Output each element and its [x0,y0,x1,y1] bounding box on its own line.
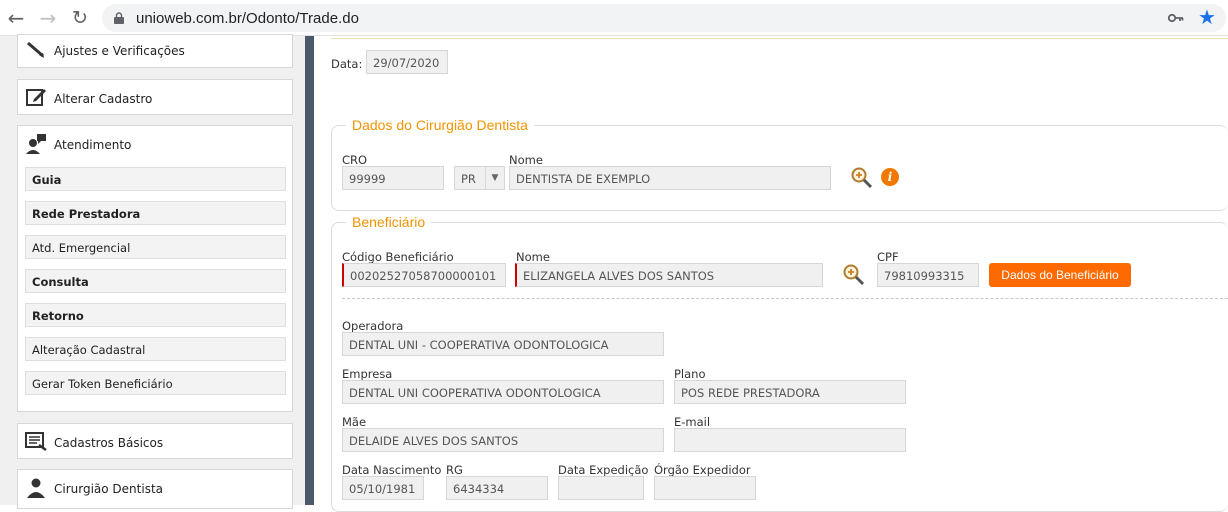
sidebar-item-label: Alterar Cadastro [54,92,153,106]
sidebar-divider [305,36,314,505]
nascimento-field: 05/10/1981 [342,476,424,500]
subitem-label: Guia [32,173,62,187]
sidebar-item-alterar-cadastro[interactable]: Alterar Cadastro [17,79,293,115]
empresa-label: Empresa [342,367,393,381]
cro-label: CRO [342,153,368,167]
sidebar-section-atendimento: Atendimento Guia Rede Prestadora Atd. Em… [17,125,293,412]
forward-arrow-icon[interactable]: → [36,6,60,30]
sidebar-subitem-gerar-token[interactable]: Gerar Token Beneficiário [25,371,286,395]
sidebar-subitem-consulta[interactable]: Consulta [25,269,286,293]
address-bar[interactable]: unioweb.com.br/Odonto/Trade.do ★ [102,4,1226,32]
operadora-field: DENTAL UNI - COOPERATIVA ODONTOLOGICA [342,332,664,356]
dentist-legend: Dados do Cirurgião Dentista [346,117,534,133]
uf-select[interactable]: PR [454,166,486,190]
mae-label: Mãe [342,415,367,429]
search-zoom-icon[interactable] [850,166,874,190]
search-zoom-icon[interactable] [842,263,866,287]
info-icon[interactable]: i [881,168,899,186]
rg-field: 6434334 [446,476,548,500]
subitem-label: Atd. Emergencial [32,241,131,255]
user-chat-icon [26,134,46,154]
section-divider [342,298,1228,299]
date-field: 29/07/2020 [366,50,448,74]
chevron-down-icon[interactable]: ▼ [485,166,505,190]
subitem-label: Retorno [32,309,84,323]
tools-icon [27,41,44,58]
email-label: E-mail [674,415,711,429]
register-icon [25,432,47,452]
subitem-label: Consulta [32,275,89,289]
dentist-name-input[interactable]: DENTISTA DE EXEMPLO [509,166,831,190]
subitem-label: Rede Prestadora [32,207,141,221]
sidebar-subitem-guia[interactable]: Guia [25,167,286,191]
rg-label: RG [446,463,463,477]
beneficiary-name-label: Nome [516,250,550,264]
beneficiary-code-label: Código Beneficiário [342,250,454,264]
date-label: Data: [331,57,363,71]
sidebar-item-label: Ajustes e Verificações [54,44,185,58]
beneficiary-legend: Beneficiário [346,214,432,230]
sidebar-item-atendimento[interactable]: Atendimento [18,126,292,160]
sidebar-subitem-retorno[interactable]: Retorno [25,303,286,327]
dentist-name-label: Nome [509,153,543,167]
sidebar-subitem-alteracao-cadastral[interactable]: Alteração Cadastral [25,337,286,361]
orgao-field [654,476,756,500]
sidebar-item-label: Cirurgião Dentista [54,482,164,496]
subitem-label: Alteração Cadastral [32,343,146,357]
back-arrow-icon[interactable]: ← [4,6,28,30]
expedicao-field [558,476,644,500]
bookmark-star-icon[interactable]: ★ [1198,5,1216,29]
beneficiary-name-input[interactable]: ELIZANGELA ALVES DOS SANTOS [515,263,823,287]
orgao-label: Órgão Expedidor [654,463,751,477]
cro-input[interactable]: 99999 [342,166,444,190]
edit-icon [26,89,46,106]
sidebar-item-cirurgiao-dentista[interactable]: Cirurgião Dentista [17,469,293,509]
cpf-label: CPF [877,250,899,264]
top-border [331,36,1228,39]
subitem-label: Gerar Token Beneficiário [32,377,173,391]
expedicao-label: Data Expedição [558,463,649,477]
plano-label: Plano [674,367,706,381]
sidebar-item-cadastros-basicos[interactable]: Cadastros Básicos [17,423,293,459]
sidebar-item-label: Atendimento [54,138,132,152]
mae-field: DELAIDE ALVES DOS SANTOS [342,428,664,452]
operadora-label: Operadora [342,319,404,333]
main-content: Data: 29/07/2020 Dados do Cirurgião Dent… [314,36,1228,512]
sidebar-item-label: Cadastros Básicos [54,436,164,450]
sidebar-subitem-rede-prestadora[interactable]: Rede Prestadora [25,201,286,225]
reload-icon[interactable]: ↻ [68,6,92,30]
cpf-input[interactable]: 79810993315 [877,263,979,287]
nascimento-label: Data Nascimento [342,463,442,477]
email-field[interactable] [674,428,906,452]
lock-icon [114,12,124,24]
url-text: unioweb.com.br/Odonto/Trade.do [136,10,359,27]
plano-field: POS REDE PRESTADORA [674,380,906,404]
doctor-icon [27,478,45,498]
beneficiary-details-button[interactable]: Dados do Beneficiário [989,263,1131,287]
sidebar-item-ajustes[interactable]: Ajustes e Verificações [17,34,293,68]
browser-toolbar: ← → ↻ unioweb.com.br/Odonto/Trade.do ★ [0,0,1228,36]
beneficiary-code-input[interactable]: 0020252705870000010​1 [342,263,506,287]
sidebar-subitem-atd-emergencial[interactable]: Atd. Emergencial [25,235,286,259]
empresa-field: DENTAL UNI COOPERATIVA ODONTOLOGICA [342,380,664,404]
key-icon[interactable] [1168,11,1184,25]
